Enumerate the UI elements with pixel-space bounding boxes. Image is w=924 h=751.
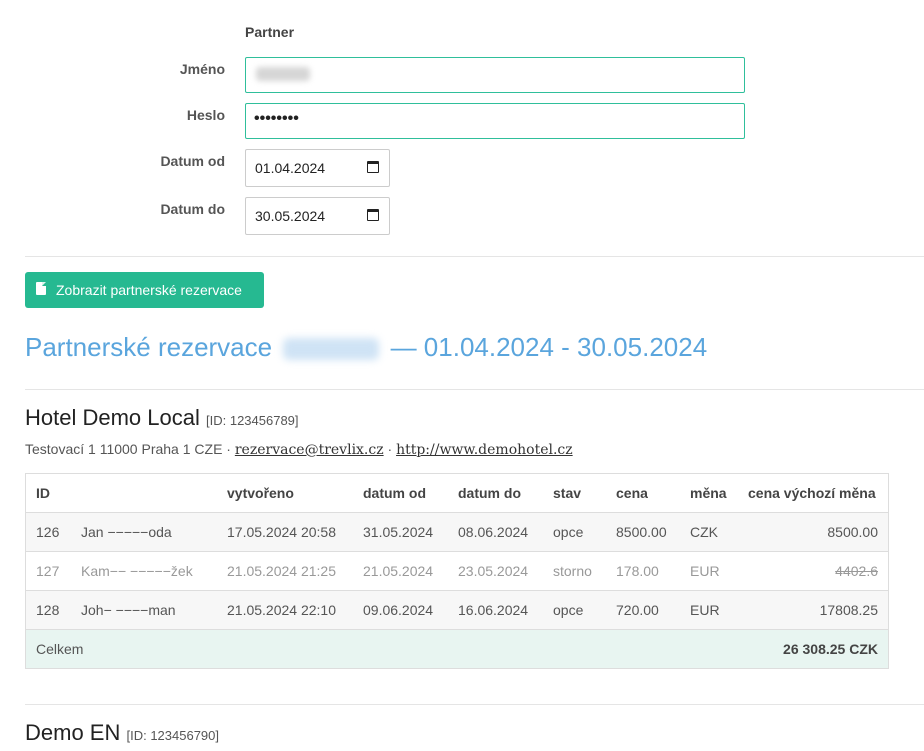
date-to-input[interactable]: 30.05.2024 [245,197,390,235]
hotel-name: Hotel Demo Local [25,405,200,430]
hotel-heading: Hotel Demo Local [ID: 123456789] [25,405,299,431]
cell-price: 720.00 [606,590,680,630]
hotel-name: Demo EN [25,720,121,745]
cell-currency: EUR [680,551,738,591]
col-currency: měna [680,473,738,513]
report-heading-suffix: — 01.04.2024 - 30.05.2024 [390,332,708,362]
reservations-table: ID vytvořeno datum od datum do stav cena… [25,473,889,669]
col-date-to: datum do [448,473,543,513]
name-input-value-redacted [256,67,310,81]
cell-id: 127 [25,551,71,591]
col-date-from: datum od [353,473,448,513]
hotel-email-link[interactable]: rezervace@trevlix.cz [235,442,384,458]
cell-price: 8500.00 [606,512,680,552]
col-id: ID [25,473,71,513]
col-created: vytvořeno [217,473,353,513]
date-to-value: 30.05.2024 [255,208,326,224]
cell-currency: CZK [680,512,738,552]
col-guest [71,473,217,513]
cell-price: 178.00 [606,551,680,591]
name-input[interactable] [245,57,745,93]
report-heading-prefix: Partnerské rezervace [25,332,273,362]
cell-created: 17.05.2024 20:58 [217,512,353,552]
cell-default-price: 8500.00 [738,512,889,552]
total-value: 26 308.25 CZK [738,629,889,669]
date-from-label: Datum od [160,153,225,169]
total-label: Celkem [25,629,738,669]
cell-default-price: 4402.6 [738,551,889,591]
cell-default-price: 17808.25 [738,590,889,630]
table-header-row: ID vytvořeno datum od datum do stav cena… [25,473,889,513]
hotel-id: [ID: 123456789] [206,413,299,428]
date-from-value: 01.04.2024 [255,160,326,176]
show-partner-reservations-button[interactable]: Zobrazit partnerské rezervace [25,272,264,308]
col-status: stav [543,473,606,513]
cell-to: 23.05.2024 [448,551,543,591]
cell-status: opce [543,512,606,552]
hotel-address-text: Testovací 1 11000 Praha 1 CZE · [25,441,235,457]
date-to-label: Datum do [160,201,225,217]
cell-id: 128 [25,590,71,630]
cell-id: 126 [25,512,71,552]
table-total-row: Celkem 26 308.25 CZK [25,629,889,669]
hotel-web-link[interactable]: http://www.demohotel.cz [396,442,573,458]
file-icon [36,282,46,295]
divider [25,704,924,705]
form-title: Partner [245,24,295,40]
hotel-heading: Demo EN [ID: 123456790] [25,720,219,746]
hotel-id: [ID: 123456790] [126,728,220,743]
report-heading: Partnerské rezervace — 01.04.2024 - 30.0… [25,332,707,363]
table-row-cancelled: 127 Kam−− −−−−−žek 21.05.2024 21:25 21.0… [25,551,889,591]
date-from-input[interactable]: 01.04.2024 [245,149,390,187]
button-label: Zobrazit partnerské rezervace [56,282,242,298]
calendar-icon[interactable] [367,209,379,221]
cell-guest: Kam−− −−−−−žek [71,551,217,591]
password-label: Heslo [186,107,225,123]
col-price: cena [606,473,680,513]
hotel-address: Testovací 1 11000 Praha 1 CZE · rezervac… [25,441,573,458]
cell-from: 21.05.2024 [353,551,448,591]
cell-guest: Joh− −−−−man [71,590,217,630]
cell-status: storno [543,551,606,591]
divider [25,256,924,257]
cell-guest: Jan −−−−−oda [71,512,217,552]
cell-created: 21.05.2024 22:10 [217,590,353,630]
table-row: 126 Jan −−−−−oda 17.05.2024 20:58 31.05.… [25,512,889,552]
divider [25,389,924,390]
cell-to: 16.06.2024 [448,590,543,630]
cell-from: 09.06.2024 [353,590,448,630]
partner-name-redacted [283,338,380,361]
col-default-price: cena výchozí měna [738,473,889,513]
cell-from: 31.05.2024 [353,512,448,552]
calendar-icon[interactable] [367,161,379,173]
cell-to: 08.06.2024 [448,512,543,552]
cell-created: 21.05.2024 21:25 [217,551,353,591]
cell-currency: EUR [680,590,738,630]
address-separator: · [383,441,397,457]
password-mask: •••••••• [254,110,299,127]
cell-status: opce [543,590,606,630]
name-label: Jméno [179,61,225,77]
password-input[interactable]: •••••••• [245,103,745,139]
table-row: 128 Joh− −−−−man 21.05.2024 22:10 09.06.… [25,590,889,630]
